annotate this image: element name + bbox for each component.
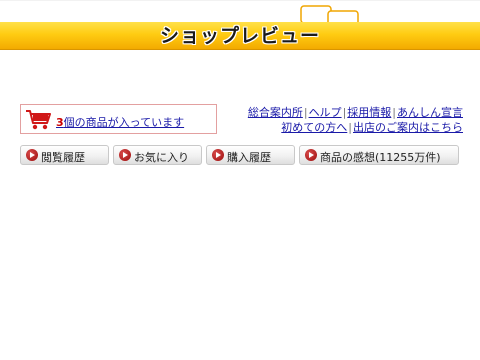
- cart-summary[interactable]: 3個の商品が入っています: [20, 104, 217, 134]
- purchase-history-button[interactable]: 購入履歴: [206, 145, 295, 165]
- cart-message: の商品が入っています: [74, 116, 185, 129]
- nav-link-safety[interactable]: あんしん宣言: [397, 106, 463, 119]
- nav-link-first-time[interactable]: 初めての方へ: [281, 121, 347, 134]
- nav-link-help[interactable]: ヘルプ: [309, 106, 342, 119]
- nav-row-2: 初めての方へ|出店のご案内はこちら: [281, 121, 463, 134]
- nav-link-open-shop[interactable]: 出店のご案内はこちら: [353, 121, 463, 134]
- cart-link[interactable]: 3個の商品が入っています: [56, 114, 184, 130]
- history-button-label: 閲覧履歴: [41, 151, 85, 164]
- nav-link-careers[interactable]: 採用情報: [347, 106, 391, 119]
- cart-count: 3: [56, 116, 64, 129]
- arrow-bullet-icon: [212, 149, 224, 161]
- nav-row-1: 総合案内所|ヘルプ|採用情報|あんしん宣言: [247, 106, 463, 119]
- utility-nav: 総合案内所|ヘルプ|採用情報|あんしん宣言 初めての方へ|出店のご案内はこちら: [248, 105, 463, 135]
- top-border: [0, 0, 480, 1]
- reviews-button[interactable]: 商品の感想(11255万件): [299, 145, 459, 165]
- arrow-bullet-icon: [26, 149, 38, 161]
- arrow-bullet-icon: [119, 149, 131, 161]
- nav-link-guide[interactable]: 総合案内所: [248, 106, 303, 119]
- page-title: ショップレビュー: [159, 25, 320, 47]
- arrow-bullet-icon: [305, 149, 317, 161]
- favorites-button[interactable]: お気に入り: [113, 145, 202, 165]
- purchase-history-button-label: 購入履歴: [227, 151, 271, 164]
- reviews-button-label: 商品の感想(11255万件): [320, 151, 441, 164]
- favorites-button-label: お気に入り: [134, 151, 189, 164]
- history-button[interactable]: 閲覧履歴: [20, 145, 109, 165]
- shopping-cart-icon: [26, 110, 51, 130]
- cart-unit: 個: [63, 116, 75, 129]
